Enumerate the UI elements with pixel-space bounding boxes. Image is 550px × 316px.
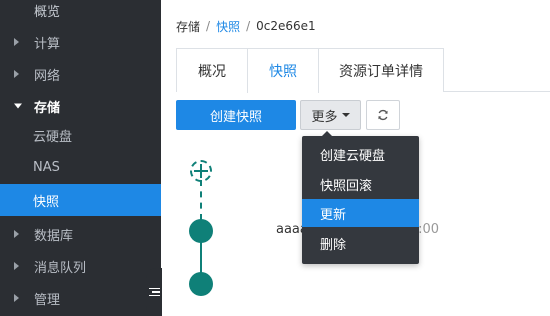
sidebar-item-storage[interactable]: 存储 xyxy=(0,90,161,122)
menu-item-label: 删除 xyxy=(320,237,347,253)
create-snapshot-button[interactable]: 创建快照 xyxy=(176,100,296,130)
tab-bar: 概况 快照 资源订单详情 xyxy=(176,48,550,93)
snapshot-node[interactable] xyxy=(189,272,213,296)
menu-item-label: 更新 xyxy=(320,207,347,223)
collapse-menu-icon xyxy=(148,287,160,297)
menu-item-label: 创建云硬盘 xyxy=(320,148,386,164)
more-dropdown-button[interactable]: 更多 xyxy=(300,100,361,130)
tab-label: 概况 xyxy=(198,63,226,80)
caret-right-icon xyxy=(14,294,19,302)
tab-resource-order-details[interactable]: 资源订单详情 xyxy=(318,48,444,92)
breadcrumb-separator: / xyxy=(246,19,251,33)
breadcrumb-root[interactable]: 存储 xyxy=(176,18,200,35)
refresh-icon xyxy=(378,109,388,121)
sidebar-item-label: 存储 xyxy=(34,100,61,116)
sidebar-item-label: 网络 xyxy=(34,68,61,84)
timeline-dashed-connector xyxy=(200,180,202,220)
more-label: 更多 xyxy=(311,109,338,125)
sidebar-item-label: 快照 xyxy=(33,194,60,210)
create-snapshot-label: 创建快照 xyxy=(209,109,262,125)
add-snapshot-node-icon[interactable] xyxy=(190,160,212,182)
breadcrumb-snapshot-link[interactable]: 快照 xyxy=(216,18,240,35)
menu-item-create-cloud-disk[interactable]: 创建云硬盘 xyxy=(302,140,419,168)
sidebar-item-network[interactable]: 网络 xyxy=(0,58,161,90)
caret-right-icon xyxy=(14,70,19,78)
menu-item-snapshot-rollback[interactable]: 快照回滚 xyxy=(302,170,419,198)
breadcrumb: 存储 / 快照 / 0c2e66e1 xyxy=(176,16,316,36)
caret-right-icon xyxy=(14,262,19,270)
sidebar: 概览 计算 网络 存储 云硬盘 NAS 快照 数据库 消息队列 管理 xyxy=(0,0,161,316)
sidebar-item-label: 管理 xyxy=(34,292,61,308)
refresh-button[interactable] xyxy=(366,100,400,130)
caret-right-icon xyxy=(14,38,19,46)
sidebar-item-overview[interactable]: 概览 xyxy=(0,0,161,26)
sidebar-item-message-queue[interactable]: 消息队列 xyxy=(0,250,161,282)
caret-down-icon xyxy=(14,103,22,109)
caret-right-icon xyxy=(14,230,19,238)
sidebar-item-label: 云硬盘 xyxy=(33,129,73,145)
sidebar-item-label: 消息队列 xyxy=(34,260,87,276)
sidebar-item-management[interactable]: 管理 xyxy=(0,282,161,314)
tab-snapshot[interactable]: 快照 xyxy=(247,48,319,93)
sidebar-item-label: 计算 xyxy=(34,36,61,52)
breadcrumb-current: 0c2e66e1 xyxy=(256,19,316,33)
menu-item-update[interactable]: 更新 xyxy=(302,199,419,227)
tab-overview[interactable]: 概况 xyxy=(176,48,248,92)
sidebar-item-database[interactable]: 数据库 xyxy=(0,218,161,250)
sidebar-item-nas[interactable]: NAS xyxy=(0,151,161,183)
sidebar-item-label: 数据库 xyxy=(34,228,74,244)
sidebar-item-snapshot[interactable]: 快照 xyxy=(0,184,161,216)
sidebar-item-cloud-disk[interactable]: 云硬盘 xyxy=(0,119,161,151)
menu-item-delete[interactable]: 删除 xyxy=(302,229,419,257)
sidebar-item-compute[interactable]: 计算 xyxy=(0,26,161,58)
sidebar-item-label: 概览 xyxy=(34,4,61,20)
more-dropdown-menu: 创建云硬盘 快照回滚 更新 删除 xyxy=(302,131,419,264)
breadcrumb-separator: / xyxy=(206,19,211,33)
tab-label: 快照 xyxy=(269,64,297,80)
tab-label: 资源订单详情 xyxy=(339,63,423,80)
sidebar-collapse-button[interactable] xyxy=(146,268,162,316)
menu-item-label: 快照回滚 xyxy=(320,178,373,194)
sidebar-item-label: NAS xyxy=(33,159,60,175)
chevron-down-icon xyxy=(341,113,350,117)
